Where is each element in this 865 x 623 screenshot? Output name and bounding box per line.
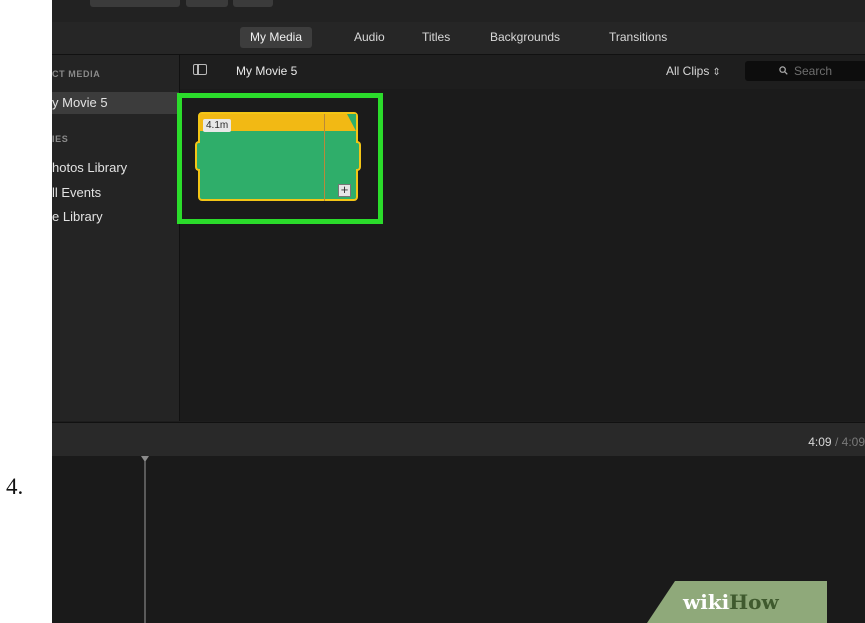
step-number: 4. [6, 474, 24, 499]
wikihow-watermark: wikiHow [647, 581, 827, 623]
timeline-playhead[interactable] [144, 461, 146, 623]
clip-left-trim-handle[interactable] [195, 141, 200, 171]
sidebar-item-all-events[interactable]: ll Events [52, 185, 101, 200]
project-media-header: CT MEDIA [52, 69, 101, 79]
search-placeholder: Search [794, 64, 833, 78]
clip-right-trim-handle[interactable] [356, 141, 361, 171]
search-icon [779, 66, 788, 75]
clip-skimmer-line [324, 114, 325, 201]
tab-audio[interactable]: Audio [344, 27, 395, 48]
watermark-wiki: wiki [683, 590, 730, 614]
search-input[interactable]: Search [745, 61, 865, 81]
browser-header: My Movie 5 All Clips ⇕ Search [180, 55, 865, 89]
watermark-how: How [729, 590, 779, 614]
tab-transitions[interactable]: Transitions [599, 27, 677, 48]
media-tab-bar: My Media Audio Titles Backgrounds Transi… [52, 22, 865, 55]
sidebar-item-my-movie[interactable]: y Movie 5 [52, 92, 179, 114]
toolbar-button[interactable] [186, 0, 228, 7]
wikihow-logo: wikiHow [683, 590, 779, 614]
total-time: 4:09 [841, 435, 865, 449]
sidebar-item-photos-library[interactable]: hotos Library [52, 160, 127, 175]
video-clip-thumbnail[interactable]: 4.1m + [195, 112, 361, 201]
clip-filter-select[interactable]: All Clips ⇕ [666, 64, 721, 78]
libraries-header: IES [52, 134, 69, 144]
updown-arrows-icon: ⇕ [712, 67, 721, 78]
timecode-separator: / [834, 435, 839, 449]
clip-filter-label: All Clips [666, 64, 710, 78]
clip-duration-badge: 4.1m [203, 119, 232, 132]
top-toolbar-strip [52, 0, 865, 22]
toolbar-button[interactable] [233, 0, 273, 7]
timecode-display: 4:09 / 4:09 [808, 435, 865, 449]
tab-backgrounds[interactable]: Backgrounds [480, 27, 570, 48]
browser-title: My Movie 5 [236, 64, 298, 78]
toolbar-button[interactable] [90, 0, 180, 7]
library-sidebar: CT MEDIA y Movie 5 IES hotos Library ll … [52, 55, 180, 421]
sidebar-item-imovie-library[interactable]: e Library [52, 209, 103, 224]
tab-titles[interactable]: Titles [412, 27, 460, 48]
sidebar-toggle-icon[interactable] [193, 64, 207, 75]
timeline-header: 4:09 / 4:09 [52, 422, 865, 457]
current-time: 4:09 [808, 435, 832, 449]
imovie-window: My Media Audio Titles Backgrounds Transi… [52, 0, 865, 623]
tab-my-media[interactable]: My Media [240, 27, 313, 48]
add-to-project-icon[interactable]: + [338, 183, 351, 197]
